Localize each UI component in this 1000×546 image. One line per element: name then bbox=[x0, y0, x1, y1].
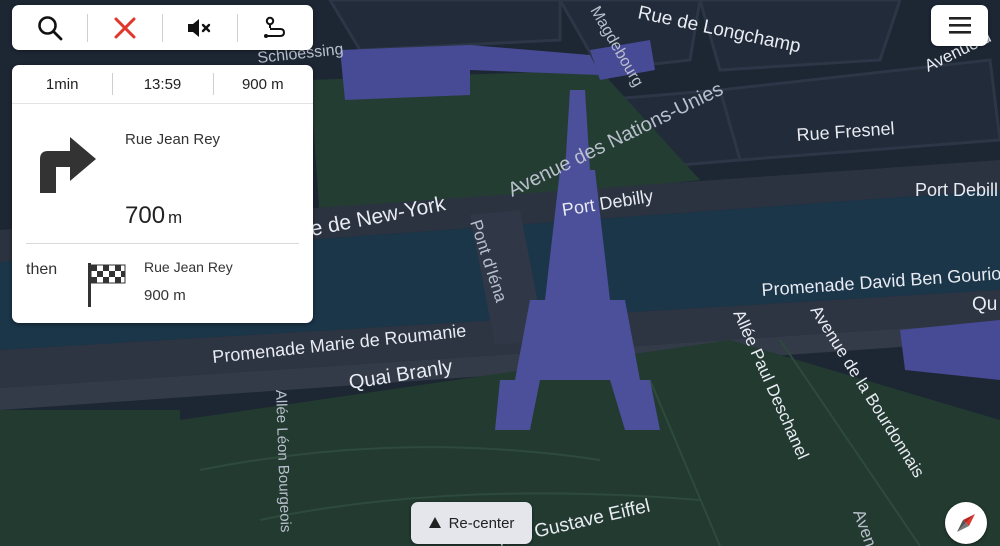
close-icon bbox=[114, 17, 135, 38]
search-button[interactable] bbox=[12, 5, 87, 50]
card-divider bbox=[26, 243, 299, 244]
remaining-distance: 900 m bbox=[212, 72, 313, 95]
next-maneuver: Rue Jean Rey 700 m bbox=[12, 104, 313, 244]
recenter-label: Re-center bbox=[448, 514, 515, 532]
map-label-port-debilly-right: Port Debill bbox=[915, 180, 998, 200]
then-street: Rue Jean Rey bbox=[144, 259, 233, 275]
checkered-flag-icon bbox=[88, 263, 126, 307]
maneuver-distance-value: 700 bbox=[125, 202, 166, 229]
navigation-card: 1min 13:59 900 m Rue Jean Rey 700 m then … bbox=[12, 65, 313, 323]
trip-summary: 1min 13:59 900 m bbox=[12, 65, 313, 104]
arrival-time: 13:59 bbox=[112, 72, 212, 95]
maneuver-street: Rue Jean Rey bbox=[125, 131, 221, 148]
turn-right-icon bbox=[40, 137, 96, 193]
recenter-button[interactable]: Re-center bbox=[411, 502, 532, 544]
top-toolbar bbox=[12, 5, 313, 50]
then-distance: 900 m bbox=[144, 287, 186, 304]
map-label-qu-right: Qu bbox=[972, 294, 997, 315]
route-options-icon bbox=[263, 16, 285, 38]
then-maneuver: then Rue Jean Rey 900 m bbox=[12, 245, 313, 323]
remaining-time: 1min bbox=[45, 75, 79, 93]
maneuver-distance-unit: m bbox=[168, 208, 183, 227]
route-options-button[interactable] bbox=[237, 5, 312, 50]
mute-button[interactable] bbox=[162, 5, 237, 50]
then-label: then bbox=[26, 261, 58, 278]
volume-mute-icon bbox=[187, 18, 210, 37]
cancel-navigation-button[interactable] bbox=[87, 5, 162, 50]
compass-icon bbox=[957, 514, 975, 532]
menu-icon bbox=[948, 17, 971, 34]
menu-button[interactable] bbox=[931, 5, 988, 46]
search-icon bbox=[37, 15, 62, 40]
location-arrow-icon bbox=[428, 517, 441, 528]
maneuver-distance: 700 m bbox=[125, 202, 182, 230]
compass-button[interactable] bbox=[945, 502, 987, 544]
